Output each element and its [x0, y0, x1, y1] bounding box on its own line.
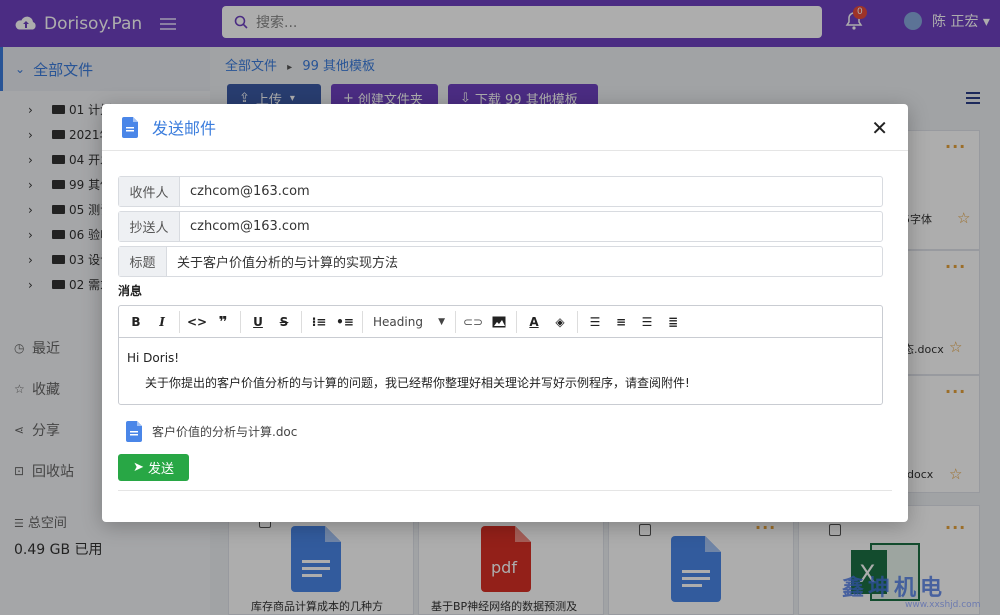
- send-button[interactable]: ➤ 发送: [118, 454, 189, 481]
- underline-icon[interactable]: U: [245, 311, 271, 333]
- toolbar-divider: [455, 311, 456, 333]
- to-input[interactable]: czhcom@163.com: [180, 177, 310, 206]
- attachment[interactable]: 客户价值的分析与计算.doc: [126, 421, 297, 442]
- to-field: 收件人 czhcom@163.com: [118, 176, 883, 207]
- editor-line: Hi Doris!: [127, 346, 874, 371]
- document-icon: [126, 421, 142, 442]
- bullet-list-icon[interactable]: •≡: [332, 311, 358, 333]
- align-center-icon[interactable]: ≡: [608, 311, 634, 333]
- code-icon[interactable]: <>: [184, 311, 210, 333]
- ordered-list-icon[interactable]: ⁝≡: [306, 311, 332, 333]
- italic-icon[interactable]: I: [149, 311, 175, 333]
- bold-icon[interactable]: B: [123, 311, 149, 333]
- modal-divider: [118, 490, 892, 491]
- cc-field: 抄送人 czhcom@163.com: [118, 211, 883, 242]
- toolbar-divider: [179, 311, 180, 333]
- editor-body[interactable]: Hi Doris! 关于你提出的客户价值分析的与计算的问题，我已经帮你整理好相关…: [119, 338, 882, 404]
- watermark-logo: 鑫坤机电: [842, 570, 946, 602]
- subject-field: 标题 关于客户价值分析的与计算的实现方法: [118, 246, 883, 277]
- send-label: 发送: [148, 458, 174, 477]
- close-icon[interactable]: ✕: [871, 116, 888, 140]
- toolbar-divider: [240, 311, 241, 333]
- heading-select[interactable]: Heading ▼: [367, 311, 451, 333]
- cc-input[interactable]: czhcom@163.com: [180, 212, 310, 241]
- quote-icon[interactable]: ❞: [210, 311, 236, 333]
- image-icon[interactable]: [486, 311, 512, 333]
- rich-text-editor: B I <> ❞ U S ⁝≡ •≡ Heading ▼ ⊂⊃ A ◈ ☰ ≡ ☰…: [118, 305, 883, 405]
- heading-select-value: Heading: [373, 315, 423, 329]
- caret-down-icon: ▼: [438, 317, 445, 327]
- watermark-url: www.xxshjd.com: [905, 600, 980, 610]
- document-icon: [122, 117, 138, 138]
- cc-label: 抄送人: [119, 212, 180, 241]
- toolbar-divider: [301, 311, 302, 333]
- highlight-color-icon[interactable]: ◈: [547, 311, 573, 333]
- subject-label: 标题: [119, 247, 167, 276]
- modal-title: 发送邮件: [152, 115, 216, 139]
- editor-line: 关于你提出的客户价值分析的与计算的问题，我已经帮你整理好相关理论并写好示例程序，…: [127, 371, 874, 396]
- editor-toolbar: B I <> ❞ U S ⁝≡ •≡ Heading ▼ ⊂⊃ A ◈ ☰ ≡ ☰…: [119, 306, 882, 338]
- attachment-name: 客户价值的分析与计算.doc: [152, 423, 297, 440]
- text-color-icon[interactable]: A: [521, 311, 547, 333]
- strikethrough-icon[interactable]: S: [271, 311, 297, 333]
- send-icon: ➤: [133, 460, 144, 475]
- toolbar-divider: [577, 311, 578, 333]
- align-right-icon[interactable]: ☰: [634, 311, 660, 333]
- to-label: 收件人: [119, 177, 180, 206]
- toolbar-divider: [516, 311, 517, 333]
- send-email-modal: 发送邮件 ✕ 收件人 czhcom@163.com 抄送人 czhcom@163…: [102, 104, 908, 522]
- toolbar-divider: [362, 311, 363, 333]
- align-left-icon[interactable]: ☰: [582, 311, 608, 333]
- message-label: 消息: [118, 282, 142, 299]
- link-icon[interactable]: ⊂⊃: [460, 311, 486, 333]
- subject-input[interactable]: 关于客户价值分析的与计算的实现方法: [167, 247, 398, 276]
- align-justify-icon[interactable]: ≣: [660, 311, 686, 333]
- modal-header: 发送邮件 ✕: [102, 104, 908, 151]
